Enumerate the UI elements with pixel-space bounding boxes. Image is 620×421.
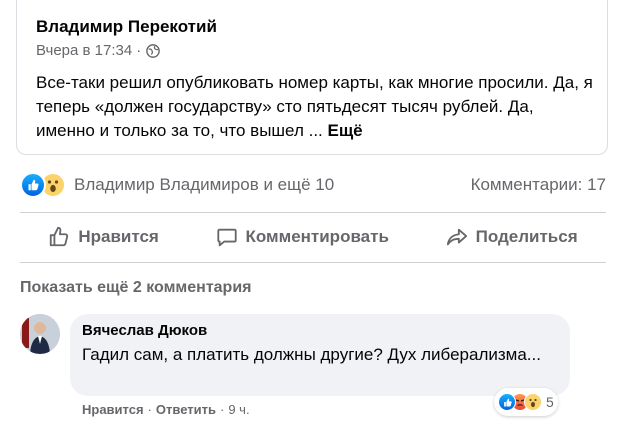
wow-reaction-icon xyxy=(524,393,542,411)
comment-author[interactable]: Вячеслав Дюков xyxy=(82,322,558,339)
comment-actions: Нравится · Ответить · 9 ч. xyxy=(82,402,250,417)
comment-reply-button[interactable]: Ответить xyxy=(156,402,216,417)
comments-count[interactable]: Комментарии: 17 xyxy=(471,175,606,195)
comment-icon xyxy=(216,228,237,247)
thumbs-up-icon xyxy=(50,226,69,247)
post-time[interactable]: Вчера в 17:34 xyxy=(36,42,132,59)
reactions-summary: Владимир Владимиров и ещё 10 Комментарии… xyxy=(20,171,606,199)
share-label: Поделиться xyxy=(475,227,578,246)
post-text: Все-таки решил опубликовать номер карты,… xyxy=(36,71,596,143)
like-button[interactable]: Нравится xyxy=(48,226,159,248)
comment-text: Гадил сам, а платить должны другие? Дух … xyxy=(82,345,541,364)
comment-button[interactable]: Комментировать xyxy=(216,226,389,248)
globe-icon xyxy=(146,43,161,58)
post-actions: Нравится Комментировать Поделиться xyxy=(20,218,606,256)
divider-top xyxy=(20,212,606,213)
like-reaction-icon xyxy=(498,393,516,411)
see-more-link[interactable]: Ещё xyxy=(328,121,363,140)
comment-like-button[interactable]: Нравится xyxy=(82,402,144,417)
comment-reactions[interactable]: 5 xyxy=(494,388,558,416)
like-label: Нравится xyxy=(78,227,159,246)
reactor-names[interactable]: Владимир Владимиров и ещё 10 xyxy=(74,175,334,195)
show-more-comments-link[interactable]: Показать ещё 2 комментария xyxy=(20,279,252,297)
post-body: Все-таки решил опубликовать номер карты,… xyxy=(36,73,593,140)
avatar[interactable] xyxy=(20,314,60,354)
divider-bottom xyxy=(20,262,606,263)
post-meta: Вчера в 17:34 · xyxy=(36,42,161,59)
share-button[interactable]: Поделиться xyxy=(446,226,578,248)
comment-bubble: Вячеслав Дюков Гадил сам, а платить долж… xyxy=(70,314,570,396)
reaction-icons[interactable] xyxy=(20,172,66,198)
share-arrow-icon xyxy=(446,228,467,246)
post-author[interactable]: Владимир Перекотий xyxy=(36,17,217,37)
separator: · xyxy=(147,402,152,417)
comment-label: Комментировать xyxy=(245,227,389,246)
meta-separator: · xyxy=(136,42,142,59)
like-reaction-icon xyxy=(20,172,46,198)
comment-time[interactable]: 9 ч. xyxy=(228,402,249,417)
separator: · xyxy=(219,402,225,417)
comment-reaction-count: 5 xyxy=(546,394,554,410)
